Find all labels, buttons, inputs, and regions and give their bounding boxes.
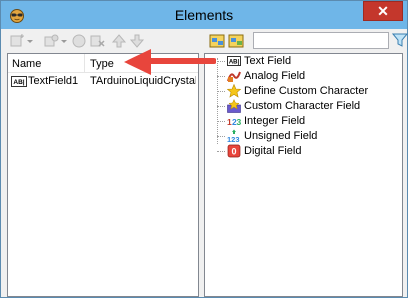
column-header-type[interactable]: Type xyxy=(90,58,190,70)
element-types-tree: AB| Text Field Analog Field Define Custo… xyxy=(205,54,402,296)
text-field-icon: AB| xyxy=(11,76,27,87)
delete-icon[interactable] xyxy=(89,33,105,49)
svg-text:0: 0 xyxy=(231,147,236,157)
tree-connector xyxy=(217,58,218,144)
integer-field-icon: 1 2 3 xyxy=(227,117,242,127)
tree-item-label: Digital Field xyxy=(244,145,302,157)
chevron-down-icon[interactable] xyxy=(60,33,68,49)
chevron-down-icon[interactable] xyxy=(26,33,34,49)
add-child-icon[interactable] xyxy=(43,33,59,49)
expand-all-icon[interactable] xyxy=(209,33,225,49)
move-up-icon[interactable] xyxy=(111,33,127,49)
copy-icon[interactable] xyxy=(71,33,87,49)
tree-item-label: Unsigned Field xyxy=(244,130,318,142)
tree-item-label: Define Custom Character xyxy=(244,85,369,97)
elements-list-panel[interactable]: Name Type AB| TextField1 TArduinoLiquidC… xyxy=(7,53,199,297)
list-item[interactable]: AB| TextField1 TArduinoLiquidCrystal... xyxy=(8,74,198,90)
star-field-icon xyxy=(227,99,241,113)
tree-item-label: Integer Field xyxy=(244,115,306,127)
filter-icon[interactable] xyxy=(392,32,408,48)
unsigned-field-icon: 123 xyxy=(227,129,240,143)
svg-text:123: 123 xyxy=(227,135,240,143)
close-button[interactable]: ✕ xyxy=(363,1,403,21)
search-input[interactable] xyxy=(253,32,389,49)
svg-text:AB|: AB| xyxy=(13,79,24,86)
toolbar xyxy=(7,31,408,53)
column-header-name[interactable]: Name xyxy=(12,58,76,70)
new-element-icon[interactable] xyxy=(9,33,25,49)
element-types-panel[interactable]: AB| Text Field Analog Field Define Custo… xyxy=(204,53,403,297)
analog-field-icon xyxy=(227,71,241,82)
tree-item-label: Text Field xyxy=(244,55,292,67)
svg-text:AB|: AB| xyxy=(229,60,240,66)
element-type: TArduinoLiquidCrystal... xyxy=(90,75,196,87)
elements-window: Elements ✕ Name Type AB| TextField1 TArd… xyxy=(0,0,408,298)
collapse-all-icon[interactable] xyxy=(228,33,244,49)
title-bar[interactable]: Elements ✕ xyxy=(1,1,407,29)
list-header: Name Type xyxy=(8,54,198,73)
element-name: TextField1 xyxy=(28,75,79,87)
tree-item-label: Analog Field xyxy=(244,70,306,82)
column-divider[interactable] xyxy=(84,54,85,72)
window-title: Elements xyxy=(174,7,234,23)
tree-item-label: Custom Character Field xyxy=(244,100,361,112)
text-field-icon: AB| xyxy=(227,56,241,66)
app-logo-icon xyxy=(10,9,24,23)
digital-field-icon: 0 xyxy=(227,144,241,158)
star-icon xyxy=(227,84,241,98)
move-down-icon[interactable] xyxy=(129,33,145,49)
svg-text:3: 3 xyxy=(237,117,242,127)
